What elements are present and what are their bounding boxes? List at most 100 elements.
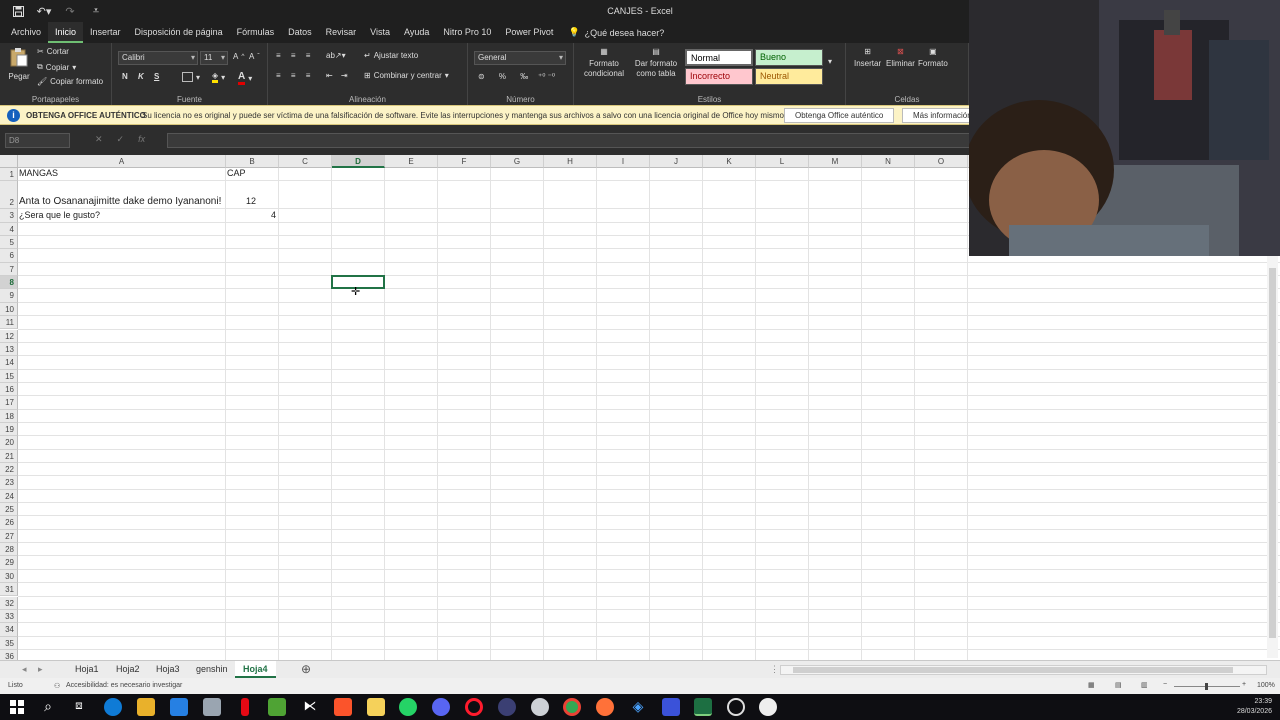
- zoom-in-icon[interactable]: +: [1242, 681, 1246, 688]
- sheet-tab-hoja3[interactable]: Hoja3: [148, 661, 188, 678]
- number-format-buttons[interactable]: ⊜ % ‰: [478, 72, 534, 81]
- row-header-23[interactable]: 23: [0, 476, 18, 490]
- brave-icon[interactable]: [334, 698, 352, 716]
- column-header-n[interactable]: N: [862, 155, 915, 168]
- row-header-9[interactable]: 9: [0, 289, 18, 303]
- style-normal[interactable]: Normal: [685, 49, 753, 66]
- tab-scroll-right-icon[interactable]: ▸: [30, 661, 51, 678]
- task-view-icon[interactable]: ⧈: [70, 698, 88, 716]
- search-icon[interactable]: ⌕: [39, 698, 57, 716]
- zoom-out-icon[interactable]: −: [1163, 681, 1167, 688]
- column-header-b[interactable]: B: [226, 155, 279, 168]
- shrink-font-button[interactable]: Aˇ: [249, 52, 260, 61]
- clock-app-icon[interactable]: [759, 698, 777, 716]
- system-clock[interactable]: 23:39 28/03/2026: [1237, 697, 1272, 717]
- column-header-e[interactable]: E: [385, 155, 438, 168]
- row-header-21[interactable]: 21: [0, 449, 18, 463]
- format-painter-button[interactable]: 🖌 Copiar formato: [37, 77, 103, 86]
- cancel-icon[interactable]: ✕: [95, 134, 103, 145]
- cell-a2[interactable]: Anta to Osananajimitte dake demo Iyanano…: [19, 196, 221, 207]
- epic-icon[interactable]: ⧔: [301, 698, 319, 716]
- zoom-level[interactable]: 100%: [1257, 682, 1275, 689]
- chrome-icon[interactable]: [563, 698, 581, 716]
- column-header-o[interactable]: O: [915, 155, 968, 168]
- format-as-table-button[interactable]: ▤ Dar formato como tabla: [630, 47, 682, 79]
- row-header-33[interactable]: 33: [0, 609, 18, 624]
- store-icon[interactable]: [203, 698, 221, 716]
- format-cells-button[interactable]: ▣ Formato: [918, 47, 948, 68]
- row-header-28[interactable]: 28: [0, 543, 18, 557]
- tab-inicio[interactable]: Inicio: [48, 22, 84, 43]
- firefox-icon[interactable]: [596, 698, 614, 716]
- whatsapp-icon[interactable]: [399, 698, 417, 716]
- tab-nitro[interactable]: Nitro Pro 10: [436, 22, 498, 43]
- cut-button[interactable]: ✂ Cortar: [37, 47, 69, 56]
- row-header-7[interactable]: 7: [0, 262, 18, 277]
- file-explorer-icon[interactable]: [137, 698, 155, 716]
- row-header-2[interactable]: 2: [0, 181, 18, 210]
- capture-icon[interactable]: [662, 698, 680, 716]
- styles-more-button[interactable]: ▾: [828, 57, 832, 66]
- cell-b3[interactable]: 4: [226, 210, 276, 220]
- tab-archivo[interactable]: Archivo: [4, 22, 48, 43]
- opera-icon[interactable]: [465, 698, 483, 716]
- row-header-26[interactable]: 26: [0, 516, 18, 530]
- tab-ayuda[interactable]: Ayuda: [397, 22, 436, 43]
- italic-button[interactable]: K: [138, 72, 144, 81]
- font-size-select[interactable]: 11: [200, 51, 228, 65]
- row-header-3[interactable]: 3: [0, 209, 18, 223]
- column-header-h[interactable]: H: [544, 155, 597, 168]
- underline-button[interactable]: S: [154, 72, 159, 81]
- horizontal-align-buttons[interactable]: ≡ ≡ ≡: [276, 71, 314, 80]
- column-header-c[interactable]: C: [279, 155, 332, 168]
- row-header-27[interactable]: 27: [0, 529, 18, 544]
- sheet-tab-hoja2[interactable]: Hoja2: [108, 661, 148, 678]
- bold-button[interactable]: N: [122, 72, 128, 81]
- row-header-35[interactable]: 35: [0, 636, 18, 650]
- style-neutral[interactable]: Neutral: [755, 68, 823, 85]
- page-break-icon[interactable]: ▥: [1141, 681, 1148, 689]
- tab-revisar[interactable]: Revisar: [319, 22, 364, 43]
- tab-power-pivot[interactable]: Power Pivot: [498, 22, 560, 43]
- row-header-22[interactable]: 22: [0, 463, 18, 477]
- column-header-k[interactable]: K: [703, 155, 756, 168]
- row-header-30[interactable]: 30: [0, 569, 18, 584]
- obs-icon[interactable]: [498, 698, 516, 716]
- row-header-16[interactable]: 16: [0, 382, 18, 397]
- zoom-slider[interactable]: [1174, 683, 1240, 690]
- steam-icon[interactable]: [727, 698, 745, 716]
- copy-button[interactable]: ⧉ Copiar ▾: [37, 62, 76, 72]
- cell-b2[interactable]: 12: [226, 196, 276, 206]
- cell-a3[interactable]: ¿Sera que le gusto?: [19, 210, 100, 220]
- app-icon[interactable]: [531, 698, 549, 716]
- tab-disposicion[interactable]: Disposición de página: [128, 22, 230, 43]
- horizontal-scrollbar[interactable]: [780, 665, 1267, 675]
- style-incorrecto[interactable]: Incorrecto: [685, 68, 753, 85]
- scroll-thumb[interactable]: [793, 667, 1233, 673]
- row-header-36[interactable]: 36: [0, 649, 18, 660]
- indent-buttons[interactable]: ⇤ ⇥: [326, 71, 351, 80]
- decimal-buttons[interactable]: ⁺⁰ ⁻⁰: [538, 72, 555, 81]
- tell-me-search[interactable]: 💡 ¿Qué desea hacer?: [568, 27, 664, 38]
- tab-formulas[interactable]: Fórmulas: [230, 22, 282, 43]
- insert-cells-button[interactable]: ⊞ Insertar: [854, 47, 881, 68]
- delete-cells-button[interactable]: ⊠ Eliminar: [886, 47, 915, 68]
- sheet-tab-hoja4[interactable]: Hoja4: [235, 661, 276, 678]
- get-genuine-office-button[interactable]: Obtenga Office auténtico: [784, 108, 895, 123]
- conditional-format-button[interactable]: ▦ Formato condicional: [580, 47, 628, 79]
- row-header-4[interactable]: 4: [0, 222, 18, 237]
- borders-button[interactable]: ▾: [182, 72, 200, 82]
- row-header-12[interactable]: 12: [0, 329, 18, 343]
- name-box[interactable]: D8: [5, 133, 70, 148]
- normal-view-icon[interactable]: ▦: [1088, 681, 1095, 689]
- tab-insertar[interactable]: Insertar: [83, 22, 128, 43]
- merge-center-button[interactable]: ⊞ Combinar y centrar ▾: [364, 71, 449, 80]
- notes-icon[interactable]: [367, 698, 385, 716]
- font-color-button[interactable]: A ▾: [238, 71, 252, 85]
- fill-color-button[interactable]: ◈ ▾: [212, 71, 225, 83]
- edge-icon[interactable]: [104, 698, 122, 716]
- tab-datos[interactable]: Datos: [281, 22, 319, 43]
- row-header-19[interactable]: 19: [0, 422, 18, 437]
- enter-icon[interactable]: ✓: [117, 134, 125, 145]
- row-header-29[interactable]: 29: [0, 556, 18, 570]
